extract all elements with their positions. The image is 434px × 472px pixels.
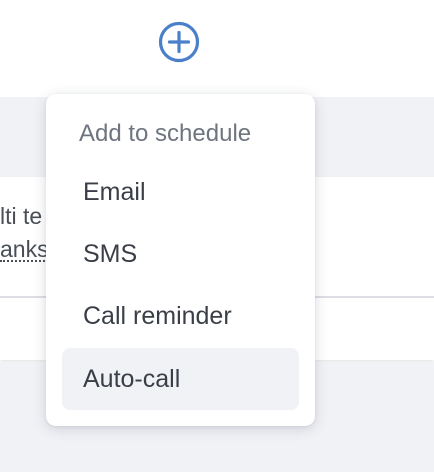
- menu-item-email[interactable]: Email: [62, 161, 299, 223]
- menu-item-label: SMS: [83, 239, 138, 268]
- top-bar: [0, 0, 434, 97]
- add-to-schedule-menu: Add to schedule Email SMS Call reminder …: [46, 94, 315, 426]
- plus-circle-icon: [158, 21, 200, 63]
- menu-item-sms[interactable]: SMS: [62, 223, 299, 285]
- menu-item-call-reminder[interactable]: Call reminder: [62, 285, 299, 347]
- card-text-line: lti te: [0, 203, 43, 229]
- menu-item-auto-call[interactable]: Auto-call: [62, 348, 299, 410]
- card-link-text[interactable]: anks: [0, 238, 49, 262]
- menu-item-label: Email: [83, 177, 146, 206]
- add-to-schedule-button[interactable]: [157, 20, 201, 64]
- menu-item-label: Call reminder: [83, 301, 232, 330]
- menu-header: Add to schedule: [79, 120, 252, 147]
- menu-item-label: Auto-call: [83, 364, 181, 393]
